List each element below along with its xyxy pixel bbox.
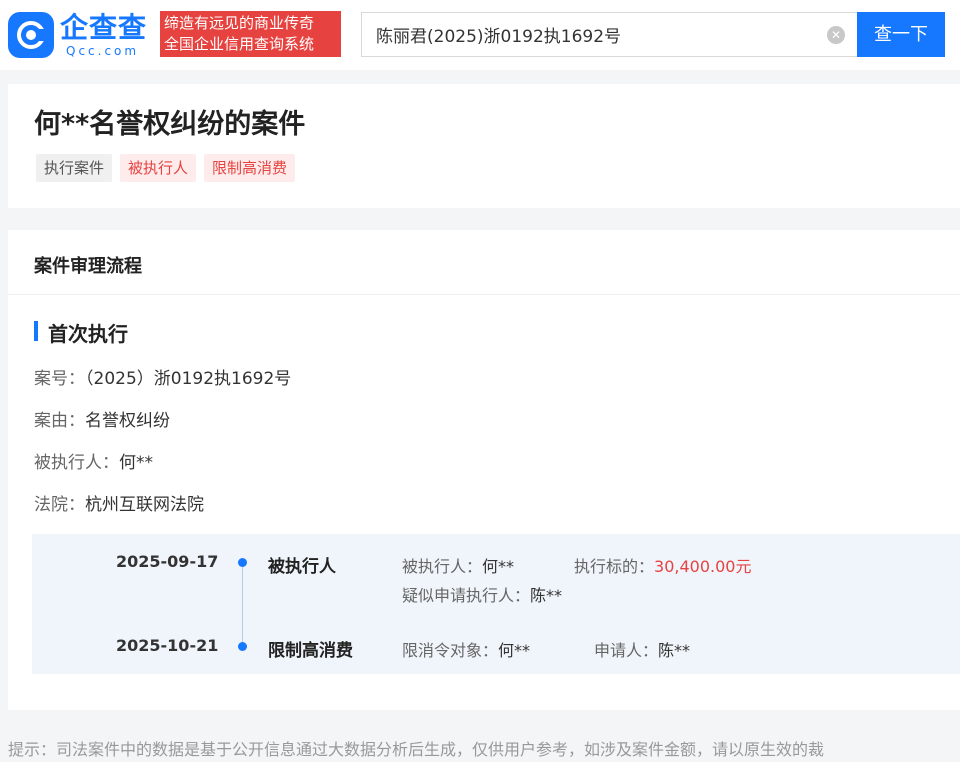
timeline-date-2: 2025-10-21 <box>116 636 219 655</box>
executed-person-value[interactable]: 何** <box>119 453 153 473</box>
slogan-line-2: 全国企业信用查询系统 <box>164 35 315 53</box>
footer-tip: 提示：司法案件中的数据是基于公开信息通过大数据分析后生成，仅供用户参考，如涉及案… <box>8 740 825 759</box>
case-number-row: 案号：（2025）浙0192执1692号 <box>34 364 291 389</box>
logo-text: 企查查 <box>60 11 148 44</box>
slogan-banner: 缔造有远见的商业传奇 全国企业信用查询系统 <box>160 11 341 57</box>
timeline-dot-1 <box>238 558 247 567</box>
detail-label: 申请人： <box>594 641 659 660</box>
tag-execution-case: 执行案件 <box>36 154 113 182</box>
search-input[interactable] <box>362 13 822 56</box>
court-row: 法院：杭州互联网法院 <box>34 490 204 515</box>
stage-title-text: 首次执行 <box>48 322 128 346</box>
case-cause-value: 名誉权纠纷 <box>85 411 170 431</box>
timeline-detail-1b: 执行标的：30,400.00元 <box>574 553 751 577</box>
timeline-connector <box>242 564 243 646</box>
stage-accent-bar <box>34 321 38 341</box>
timeline-detail-1c: 疑似申请执行人：陈** <box>402 582 562 606</box>
tag-executed-person: 被执行人 <box>120 154 197 182</box>
section-title: 案件审理流程 <box>34 256 142 277</box>
case-tags: 执行案件 被执行人 限制高消费 <box>36 154 303 184</box>
logo-mark-icon <box>8 12 54 58</box>
top-header: 企查查 Qcc.com 缔造有远见的商业传奇 全国企业信用查询系统 ✕ 查一下 <box>0 0 960 70</box>
case-number-label: 案号： <box>34 369 85 389</box>
case-process-card: 案件审理流程 首次执行 案号：（2025）浙0192执1692号 案由：名誉权纠… <box>8 230 960 710</box>
timeline-event-1: 被执行人 <box>268 557 336 577</box>
search-button[interactable]: 查一下 <box>857 12 945 57</box>
timeline-dot-2 <box>238 642 247 651</box>
timeline-date-1: 2025-09-17 <box>116 552 219 571</box>
timeline-event-2: 限制高消费 <box>268 641 353 661</box>
detail-value[interactable]: 陈** <box>530 586 562 605</box>
executed-person-row: 被执行人：何** <box>34 448 153 473</box>
detail-label: 被执行人： <box>402 557 483 576</box>
timeline-detail-2b: 申请人：陈** <box>594 637 690 661</box>
executed-person-label: 被执行人： <box>34 453 119 473</box>
timeline-detail-1a: 被执行人：何** <box>402 553 514 577</box>
clear-icon[interactable]: ✕ <box>827 26 845 44</box>
case-timeline: 2025-09-17 被执行人 被执行人：何** 执行标的：30,400.00元… <box>32 534 960 674</box>
detail-value[interactable]: 陈** <box>658 641 690 660</box>
detail-label: 执行标的： <box>574 557 655 576</box>
case-number-value: （2025）浙0192执1692号 <box>85 369 292 389</box>
case-title: 何**名誉权纠纷的案件 <box>34 109 306 140</box>
slogan-line-1: 缔造有远见的商业传奇 <box>164 14 315 32</box>
detail-label: 限消令对象： <box>402 641 499 660</box>
logo-domain: Qcc.com <box>66 44 140 58</box>
case-cause-row: 案由：名誉权纠纷 <box>34 406 170 431</box>
search-box: ✕ <box>361 12 859 57</box>
tag-consumption-restriction: 限制高消费 <box>204 154 296 182</box>
timeline-detail-2a: 限消令对象：何** <box>402 637 530 661</box>
execution-amount: 30,400.00元 <box>654 557 752 576</box>
court-value[interactable]: 杭州互联网法院 <box>85 495 204 515</box>
detail-value[interactable]: 何** <box>482 557 514 576</box>
divider <box>8 294 960 295</box>
case-summary-card: 何**名誉权纠纷的案件 执行案件 被执行人 限制高消费 <box>8 84 960 208</box>
detail-value[interactable]: 何** <box>498 641 530 660</box>
detail-label: 疑似申请执行人： <box>402 586 531 605</box>
court-label: 法院： <box>34 495 85 515</box>
stage-title: 首次执行 <box>34 318 128 346</box>
case-cause-label: 案由： <box>34 411 85 431</box>
